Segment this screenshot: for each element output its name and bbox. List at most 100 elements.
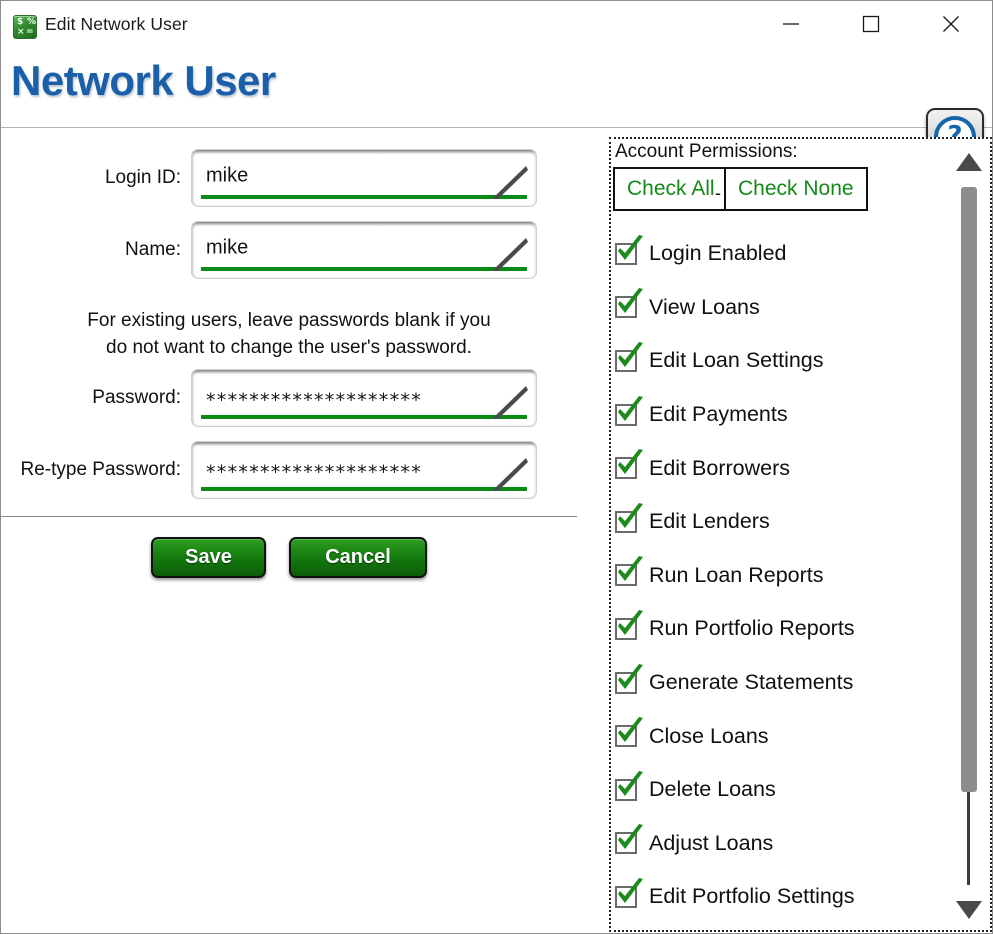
permission-checkbox[interactable] (615, 770, 643, 801)
scroll-up-button[interactable] (952, 147, 986, 177)
password-label: Password: (92, 387, 181, 408)
permission-checkbox[interactable] (615, 663, 643, 694)
permission-label: Run Portfolio Reports (649, 616, 855, 641)
permission-label: Edit Borrowers (649, 455, 790, 480)
permission-label: Generate Statements (649, 670, 854, 695)
permission-item[interactable]: Close Loans (615, 709, 955, 763)
checkmark-icon (618, 502, 643, 528)
retype-password-wedge-icon (492, 458, 528, 491)
checkmark-icon (618, 395, 643, 421)
password-underline (201, 415, 527, 419)
icon-glyph-times: × (17, 27, 25, 37)
minimize-button[interactable] (763, 1, 819, 47)
password-value: ******************** (206, 389, 422, 412)
permission-item[interactable]: Edit Loan Settings (615, 334, 955, 388)
permission-checkbox[interactable] (615, 234, 643, 265)
field-row-login-id: Login ID: mike (1, 149, 557, 207)
maximize-icon (862, 15, 880, 33)
retype-password-input[interactable]: ******************** (191, 441, 537, 499)
checkmark-icon (618, 449, 643, 475)
permission-checkbox[interactable] (615, 717, 643, 748)
permission-checkbox[interactable] (615, 877, 643, 908)
permission-label: Edit Payments (649, 402, 788, 427)
icon-glyph-dollar: $ (17, 17, 24, 27)
name-label: Name: (125, 239, 181, 260)
close-icon (943, 16, 959, 32)
login-id-value: mike (206, 164, 249, 187)
checkmark-icon (618, 877, 643, 903)
permission-label: Edit Lenders (649, 509, 770, 534)
icon-glyph-percent: % (27, 17, 37, 27)
form-divider (1, 516, 577, 517)
permission-item[interactable]: Run Portfolio Reports (615, 602, 955, 656)
permission-item[interactable]: Edit Portfolio Users (615, 924, 955, 930)
check-separator: - (715, 183, 721, 203)
name-value: mike (206, 236, 249, 259)
password-note-line-1: For existing users, leave passwords blan… (87, 310, 491, 331)
window-title: Edit Network User (45, 14, 188, 34)
permission-item[interactable]: Delete Loans (615, 763, 955, 817)
name-wedge-icon (492, 238, 528, 271)
permission-checkbox[interactable] (615, 395, 643, 426)
check-none-button[interactable]: Check None (724, 167, 868, 211)
title-bar: $ % × = Edit Network User (1, 1, 992, 49)
field-row-password: Password: ******************** (1, 369, 557, 427)
login-id-label: Login ID: (104, 167, 181, 188)
save-button[interactable]: Save (151, 537, 266, 578)
field-row-retype-password: Re-type Password: ******************** (1, 441, 557, 499)
permission-label: Edit Portfolio Settings (649, 884, 855, 909)
permission-label: Run Loan Reports (649, 562, 824, 587)
name-input[interactable]: mike (191, 221, 537, 279)
permission-item[interactable]: Edit Payments (615, 388, 955, 442)
permission-item[interactable]: Login Enabled (615, 227, 955, 281)
cancel-button[interactable]: Cancel (289, 537, 427, 578)
permission-item[interactable]: Generate Statements (615, 656, 955, 710)
permissions-scrollbar[interactable] (952, 143, 986, 927)
permission-item[interactable]: Edit Portfolio Settings (615, 870, 955, 924)
permission-checkbox[interactable] (615, 341, 643, 372)
close-button[interactable] (923, 1, 979, 47)
header-band: Network User ? (1, 49, 992, 166)
maximize-button[interactable] (843, 1, 899, 47)
permission-item[interactable]: Edit Borrowers (615, 441, 955, 495)
account-permissions-panel: Account Permissions: Check All - Check N… (609, 137, 992, 932)
permission-item[interactable]: Run Loan Reports (615, 549, 955, 603)
retype-password-underline (201, 487, 527, 491)
page-title: Network User (11, 57, 276, 104)
checkmark-icon (618, 556, 643, 582)
permission-label: Login Enabled (649, 241, 787, 266)
edit-network-user-window: $ % × = Edit Network User Network User ?… (0, 0, 993, 934)
user-form-pane: Login ID: mike Name: mike For existing u… (1, 129, 577, 933)
retype-password-value: ******************** (206, 461, 422, 484)
checkmark-icon (618, 663, 643, 689)
login-id-wedge-icon (492, 166, 528, 199)
permission-item[interactable]: Adjust Loans (615, 817, 955, 871)
account-permissions-title: Account Permissions: (615, 141, 798, 162)
checkmark-icon (618, 234, 643, 260)
checkmark-icon (618, 341, 643, 367)
password-wedge-icon (492, 386, 528, 419)
password-input[interactable]: ******************** (191, 369, 537, 427)
login-id-underline (201, 195, 527, 199)
permission-checkbox[interactable] (615, 449, 643, 480)
login-id-input[interactable]: mike (191, 149, 537, 207)
permission-checkbox[interactable] (615, 288, 643, 319)
permissions-list: Login Enabled View Loans Edit Loan Setting… (615, 227, 955, 930)
permission-item[interactable]: Edit Lenders (615, 495, 955, 549)
checkmark-icon (618, 824, 643, 850)
permission-checkbox[interactable] (615, 609, 643, 640)
permission-checkbox[interactable] (615, 556, 643, 587)
password-note: For existing users, leave passwords blan… (1, 307, 577, 361)
permission-checkbox[interactable] (615, 824, 643, 855)
password-note-line-2: do not want to change the user's passwor… (106, 337, 472, 358)
permission-checkbox[interactable] (615, 502, 643, 533)
name-underline (201, 267, 527, 271)
checkmark-icon (618, 288, 643, 314)
check-all-button[interactable]: Check All (613, 167, 729, 211)
calculator-icon: $ % × = (13, 15, 37, 39)
permission-label: Adjust Loans (649, 830, 774, 855)
scroll-down-button[interactable] (952, 895, 986, 925)
scroll-thumb[interactable] (961, 187, 977, 792)
permission-item[interactable]: View Loans (615, 281, 955, 335)
checkmark-icon (618, 770, 643, 796)
